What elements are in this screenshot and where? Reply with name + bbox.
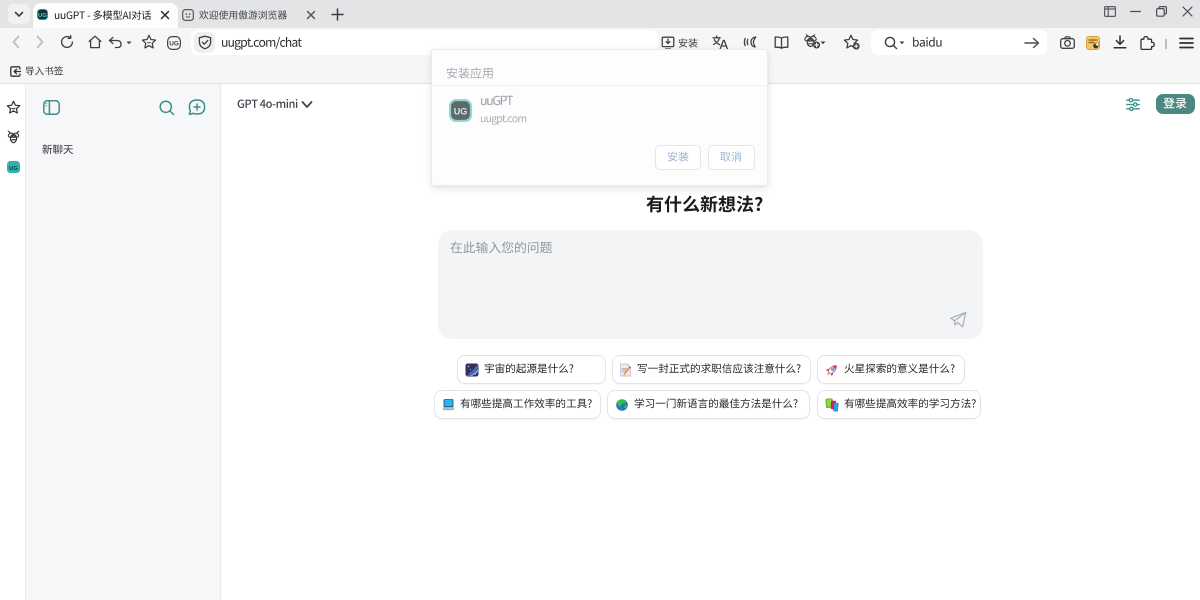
svg-text:UG: UG <box>169 40 179 47</box>
svg-text:UG: UG <box>454 106 468 116</box>
svg-text:UG: UG <box>9 166 18 172</box>
svg-text:UG: UG <box>38 13 47 19</box>
